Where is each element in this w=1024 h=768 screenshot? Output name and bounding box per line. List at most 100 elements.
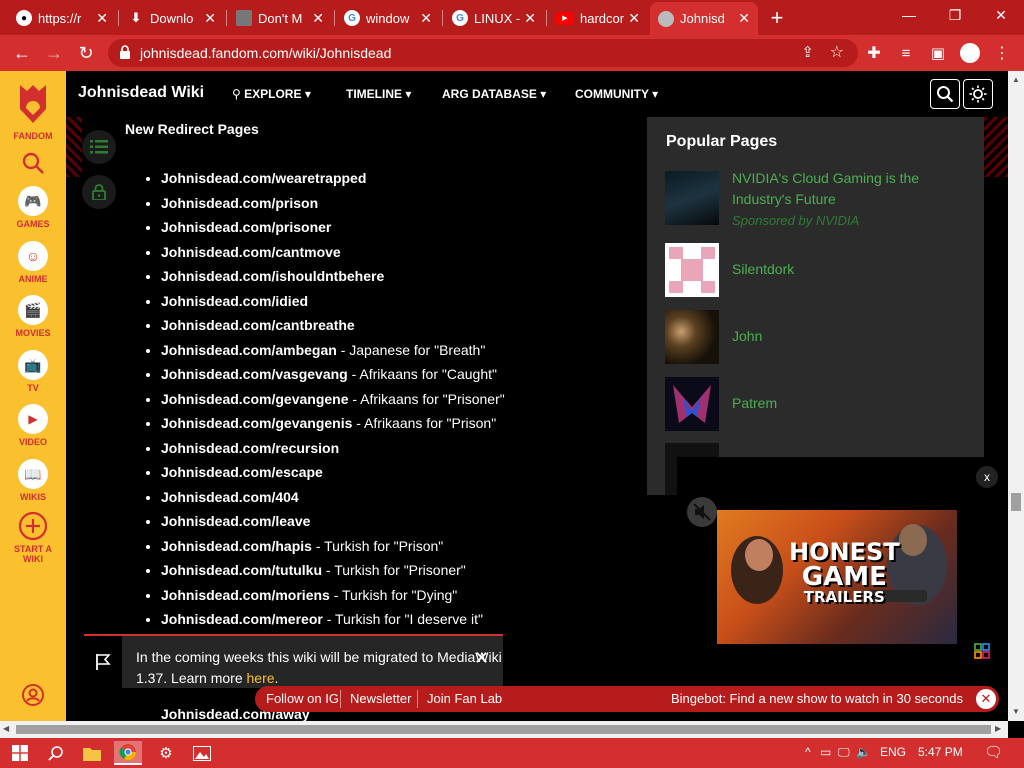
tray-chevron-up-icon[interactable]: ^: [805, 745, 811, 759]
address-bar[interactable]: johnisdead.fandom.com/wiki/Johnisdead ⇪ …: [108, 39, 858, 67]
redirect-link[interactable]: Johnisdead.com/moriens: [161, 587, 330, 603]
redirect-link[interactable]: Johnisdead.com/recursion: [161, 440, 339, 456]
close-tab-icon[interactable]: ✕: [96, 10, 108, 27]
profile-avatar-icon[interactable]: [956, 39, 984, 67]
browser-menu-icon[interactable]: ⋮: [988, 39, 1016, 67]
vertical-scrollbar[interactable]: ▲ ▼: [1008, 71, 1024, 721]
redirect-link[interactable]: Johnisdead.com/gevangene: [161, 391, 349, 407]
tray-network-icon[interactable]: ▭: [820, 745, 831, 759]
bookmark-star-icon[interactable]: ☆: [830, 42, 844, 62]
reload-icon[interactable]: ↻: [72, 39, 100, 67]
settings-gear-icon[interactable]: ⚙: [152, 741, 180, 765]
language-indicator[interactable]: ENG: [880, 745, 906, 759]
file-explorer-icon[interactable]: [78, 741, 106, 765]
redirect-link[interactable]: Johnisdead.com/escape: [161, 464, 323, 480]
popular-item-john[interactable]: John: [665, 310, 975, 364]
popular-item-patrem[interactable]: Patrem: [665, 377, 975, 431]
close-tab-icon[interactable]: ✕: [524, 10, 536, 27]
mute-button[interactable]: [687, 497, 717, 527]
redirect-link[interactable]: Johnisdead.com/tutulku: [161, 562, 322, 578]
clock[interactable]: 5:47 PM: [918, 745, 963, 759]
tray-volume-icon[interactable]: 🔈: [856, 745, 871, 759]
taskbar-search-icon[interactable]: [42, 741, 70, 765]
close-tab-icon[interactable]: ✕: [420, 10, 432, 27]
chrome-taskbar-icon[interactable]: [114, 741, 142, 765]
browser-tab-active[interactable]: Johnisd ✕: [650, 2, 758, 35]
rail-item-tv[interactable]: 📺 TV: [0, 350, 66, 393]
follow-on-ig-link[interactable]: Follow on IG: [266, 691, 339, 706]
close-window-icon[interactable]: ✕: [978, 0, 1024, 30]
forward-icon[interactable]: →: [40, 39, 68, 67]
photos-icon[interactable]: [188, 741, 216, 765]
redirect-link[interactable]: Johnisdead.com/hapis: [161, 538, 312, 554]
theme-toggle-button[interactable]: [963, 79, 993, 109]
browser-tab-5[interactable]: G LINUX - ✕: [444, 3, 544, 33]
browser-tab-2[interactable]: ⬇ Downlo ✕: [120, 3, 224, 33]
windows-start-icon[interactable]: [6, 741, 34, 765]
close-tab-icon[interactable]: ✕: [312, 10, 324, 27]
popular-item-sponsored[interactable]: NVIDIA's Cloud Gaming is the Industry's …: [665, 170, 975, 228]
media-queue-icon[interactable]: ≡: [892, 39, 920, 67]
page-protection-button[interactable]: [82, 175, 116, 209]
fandom-logo[interactable]: FANDOM: [0, 81, 66, 141]
redirect-link[interactable]: Johnisdead.com/idied: [161, 293, 308, 309]
scroll-left-icon[interactable]: ◀: [3, 724, 9, 733]
close-tab-icon[interactable]: ✕: [204, 10, 216, 27]
side-panel-icon[interactable]: ▣: [924, 39, 952, 67]
wiki-search-button[interactable]: [930, 79, 960, 109]
redirect-link[interactable]: Johnisdead.com/vasgevang: [161, 366, 348, 382]
nav-community[interactable]: COMMUNITY ▾: [575, 87, 658, 101]
browser-tab-4[interactable]: G window ✕: [336, 3, 440, 33]
rail-start-a-wiki[interactable]: START A WIKI: [0, 511, 66, 564]
ad-video-frame[interactable]: HONEST GAME TRAILERS: [717, 510, 957, 644]
redirect-link[interactable]: Johnisdead.com/wearetrapped: [161, 170, 366, 186]
minimize-icon[interactable]: —: [886, 0, 932, 30]
redirect-link[interactable]: Johnisdead.com/ishouldntbehere: [161, 268, 384, 284]
wiki-name-link[interactable]: Johnisdead Wiki: [78, 84, 204, 102]
horizontal-scroll-thumb[interactable]: [16, 725, 991, 734]
redirect-link[interactable]: Johnisdead.com/cantbreathe: [161, 317, 355, 333]
rail-item-games[interactable]: 🎮 GAMES: [0, 186, 66, 229]
redirect-link[interactable]: Johnisdead.com/ambegan: [161, 342, 337, 358]
restore-icon[interactable]: ❐: [932, 0, 978, 30]
bar-close-icon[interactable]: ✕: [976, 689, 996, 709]
rail-item-anime[interactable]: ☺ ANIME: [0, 241, 66, 284]
redirect-link[interactable]: Johnisdead.com/prisoner: [161, 219, 331, 235]
ad-provider-logo-icon[interactable]: [974, 643, 990, 659]
new-tab-button[interactable]: +: [764, 5, 790, 31]
tray-monitor-icon[interactable]: 🖵: [838, 745, 850, 760]
table-of-contents-button[interactable]: [82, 130, 116, 164]
popular-item-silentdork[interactable]: Silentdork: [665, 243, 975, 297]
ad-close-button[interactable]: x: [976, 466, 998, 488]
rail-item-movies[interactable]: 🎬 MOVIES: [0, 295, 66, 338]
close-tab-icon[interactable]: ✕: [628, 10, 640, 27]
browser-tab-1[interactable]: ● https://r ✕: [8, 3, 116, 33]
rail-item-wikis[interactable]: 📖 WIKIS: [0, 459, 66, 502]
bingebot-link[interactable]: Bingebot: Find a new show to watch in 30…: [671, 691, 963, 706]
rail-search[interactable]: [0, 151, 66, 177]
scroll-down-icon[interactable]: ▼: [1012, 707, 1020, 716]
close-tab-icon[interactable]: ✕: [738, 10, 750, 27]
scroll-up-icon[interactable]: ▲: [1012, 75, 1020, 84]
nav-arg-database[interactable]: ARG DATABASE ▾: [442, 87, 546, 101]
nav-timeline[interactable]: TIMELINE ▾: [346, 87, 411, 101]
learn-more-link[interactable]: here: [247, 670, 275, 686]
redirect-link[interactable]: Johnisdead.com/gevangenis: [161, 415, 352, 431]
scroll-right-icon[interactable]: ▶: [995, 724, 1001, 733]
redirect-link[interactable]: Johnisdead.com/leave: [161, 513, 310, 529]
notification-center-icon[interactable]: 🗨: [984, 743, 1003, 761]
browser-tab-6[interactable]: ▶ hardcor ✕: [548, 3, 648, 33]
extensions-icon[interactable]: ✚: [860, 39, 888, 67]
nav-explore[interactable]: ⚲ EXPLORE ▾: [232, 87, 311, 101]
back-icon[interactable]: ←: [8, 39, 36, 67]
notice-close-icon[interactable]: ✕: [474, 648, 489, 669]
redirect-link[interactable]: Johnisdead.com/cantmove: [161, 244, 341, 260]
rail-item-video[interactable]: ▶ VIDEO: [0, 404, 66, 447]
share-icon[interactable]: ⇪: [801, 43, 814, 61]
vertical-scroll-thumb[interactable]: [1011, 493, 1021, 511]
rail-user-account[interactable]: [0, 683, 66, 709]
redirect-link[interactable]: Johnisdead.com/404: [161, 489, 299, 505]
redirect-link[interactable]: Johnisdead.com/prison: [161, 195, 318, 211]
join-fan-lab-link[interactable]: Join Fan Lab: [427, 691, 502, 706]
browser-tab-3[interactable]: Don't M ✕: [228, 3, 332, 33]
